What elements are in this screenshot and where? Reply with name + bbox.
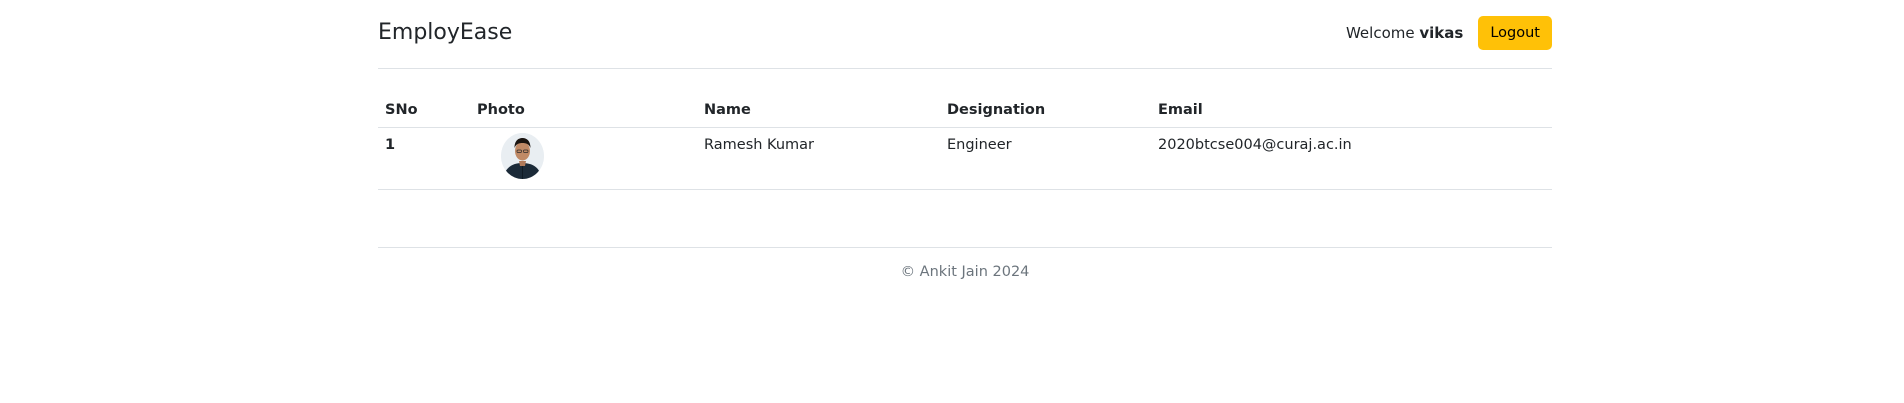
- welcome-message: Welcome vikas: [1346, 24, 1463, 42]
- table-row: 1 Ramesh Kumar Engineer 2020btcse004@cur…: [378, 127, 1552, 190]
- username: vikas: [1419, 23, 1464, 42]
- employee-table: SNo Photo Name Designation Email 1 Rames…: [378, 94, 1552, 190]
- column-header-email: Email: [1151, 94, 1552, 128]
- cell-name: Ramesh Kumar: [697, 127, 940, 190]
- welcome-prefix: Welcome: [1345, 23, 1415, 42]
- cell-email: 2020btcse004@curaj.ac.in: [1151, 127, 1552, 190]
- column-header-name: Name: [697, 94, 940, 128]
- cell-photo: [470, 127, 697, 190]
- column-header-designation: Designation: [940, 94, 1151, 128]
- table-header-row: SNo Photo Name Designation Email: [378, 94, 1552, 128]
- cell-designation: Engineer: [940, 127, 1151, 190]
- logout-button[interactable]: Logout: [1478, 15, 1552, 50]
- copyright-text: © Ankit Jain 2024: [900, 263, 1030, 280]
- column-header-photo: Photo: [470, 94, 697, 128]
- brand-link[interactable]: EmployEase: [378, 20, 512, 45]
- navbar: EmployEase Welcome vikas Logout: [378, 0, 1552, 69]
- cell-sno: 1: [378, 127, 470, 190]
- employee-photo: [501, 132, 544, 179]
- page-container: EmployEase Welcome vikas Logout SNo Phot…: [378, 0, 1552, 280]
- navbar-right: Welcome vikas Logout: [1346, 15, 1552, 50]
- column-header-sno: SNo: [378, 94, 470, 128]
- footer: © Ankit Jain 2024: [378, 246, 1552, 280]
